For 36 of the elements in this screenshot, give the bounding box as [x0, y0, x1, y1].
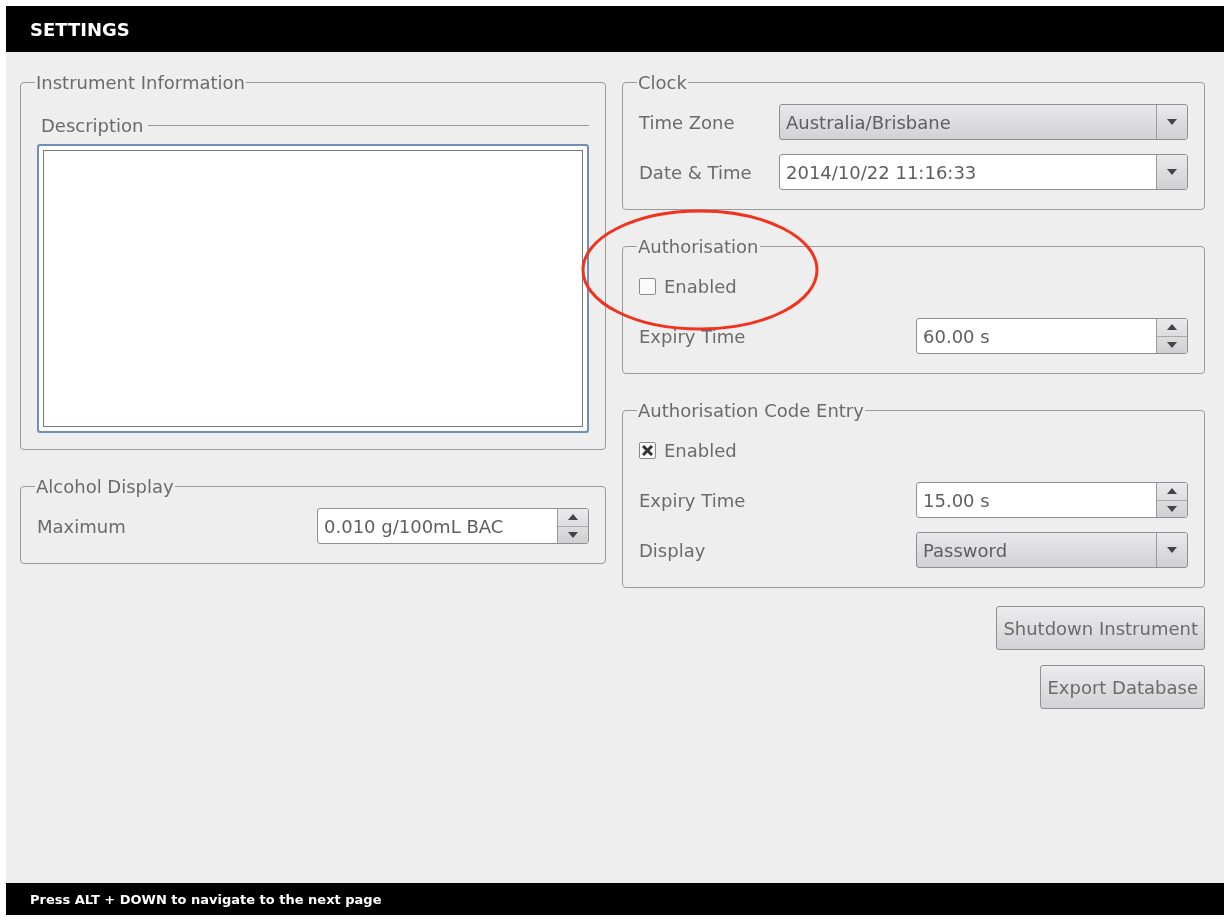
- field-label: Display: [639, 539, 707, 561]
- field-label: Date & Time: [639, 161, 753, 183]
- action-button[interactable]: Shutdown Instrument: [996, 606, 1205, 650]
- checkbox-label: Enabled: [664, 439, 737, 461]
- checkbox-label: Enabled: [664, 275, 737, 297]
- up-arrow-icon: [568, 514, 578, 521]
- dropdown-arrow-icon: [1167, 547, 1177, 553]
- down-arrow-icon: [568, 531, 578, 538]
- checkbox[interactable]: [639, 277, 656, 295]
- group-title: Clock: [637, 72, 688, 93]
- spin-box[interactable]: 60.00 s: [916, 318, 1188, 354]
- up-arrow-icon: [1167, 324, 1177, 331]
- dropdown[interactable]: Australia/Brisbane: [779, 104, 1188, 140]
- spin-box[interactable]: 15.00 s: [916, 482, 1188, 518]
- dropdown-arrow-icon: [1167, 169, 1177, 175]
- action-button[interactable]: Export Database: [1040, 665, 1205, 709]
- field-label: Maximum: [37, 515, 127, 537]
- down-arrow-icon: [1167, 341, 1177, 348]
- dropdown[interactable]: 2014/10/22 11:16:33: [779, 154, 1188, 190]
- up-arrow-icon: [1167, 488, 1177, 495]
- group-title: Authorisation Code Entry: [637, 400, 865, 421]
- description-label: Description: [41, 115, 144, 136]
- dropdown[interactable]: Password: [916, 532, 1188, 568]
- field-label: Expiry Time: [639, 489, 747, 511]
- description-field[interactable]: [37, 144, 589, 433]
- down-arrow-icon: [1167, 505, 1177, 512]
- spin-box[interactable]: 0.010 g/100mL BAC: [317, 508, 589, 544]
- group-title: Instrument Information: [35, 72, 246, 93]
- status-text: Press ALT + DOWN to navigate to the next page: [30, 891, 382, 907]
- group-title: Authorisation: [637, 236, 760, 257]
- checkbox[interactable]: [639, 441, 656, 459]
- dropdown-arrow-icon: [1167, 119, 1177, 125]
- page-title: SETTINGS: [30, 18, 130, 40]
- field-label: Time Zone: [639, 111, 736, 133]
- field-label: Expiry Time: [639, 325, 747, 347]
- group-title: Alcohol Display: [35, 476, 175, 497]
